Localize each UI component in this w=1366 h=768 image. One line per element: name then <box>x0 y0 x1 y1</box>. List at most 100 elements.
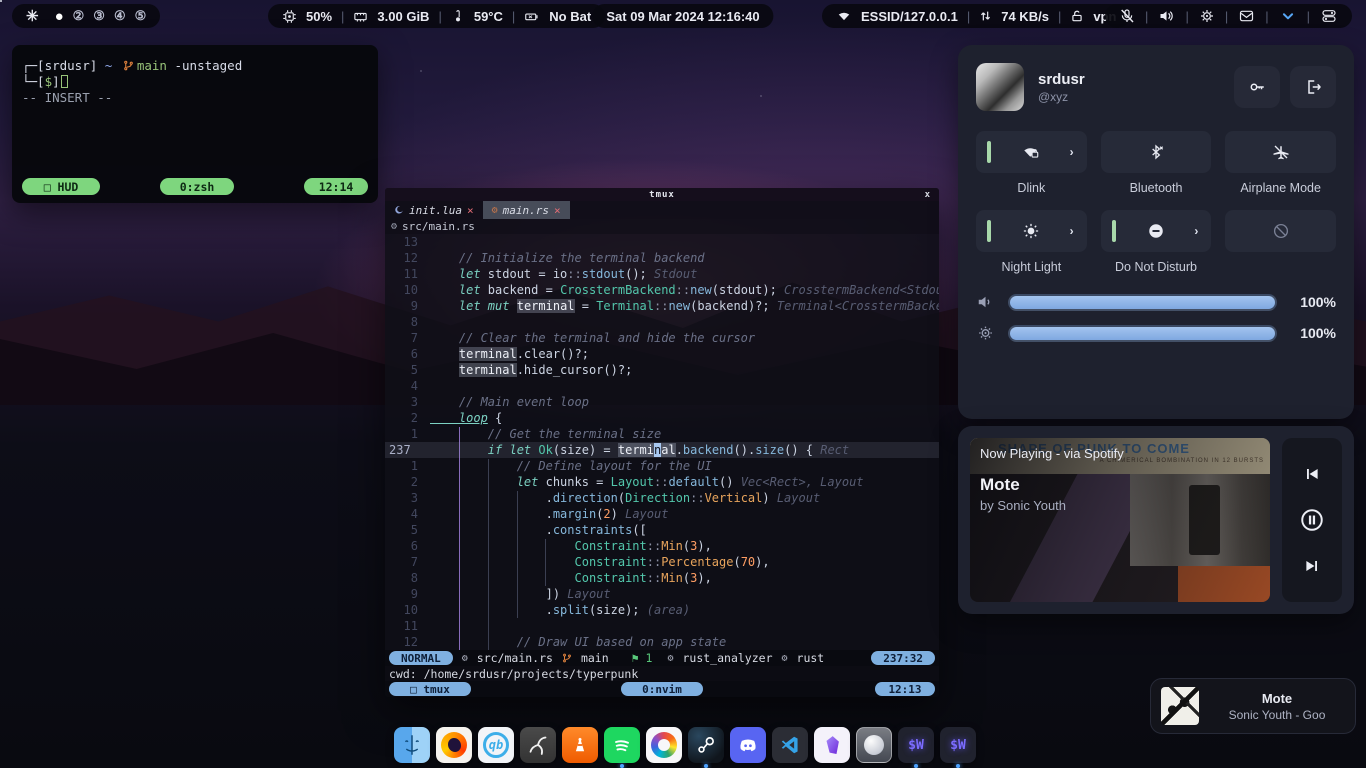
line-number: 11 <box>385 266 430 282</box>
dock-icon-spiral-app[interactable] <box>520 727 556 763</box>
terminal-window[interactable]: ┌─[srdusr] ~ main -unstaged └─[$] -- INS… <box>12 45 378 203</box>
dock-icon-dollar-w-2[interactable]: $W <box>940 727 976 763</box>
album-art: SHAPE OF PUNK TO COME A CHIMERICAL BOMBI… <box>970 438 1270 602</box>
dock-icon-vscode[interactable] <box>772 727 808 763</box>
tab-main-rs[interactable]: ⚙ main.rs× <box>483 201 570 219</box>
rust-icon: ⚙ <box>492 205 498 216</box>
chevron-down-icon[interactable] <box>1279 9 1297 23</box>
toggle-nightlight[interactable]: › <box>976 210 1087 252</box>
media-controls <box>1282 438 1342 602</box>
prompt-branch: main <box>137 58 167 73</box>
prompt-line-1: ┌─[srdusr] ~ main -unstaged <box>22 57 368 73</box>
settings-gear-icon[interactable] <box>1199 8 1215 24</box>
code-line: 3 .direction(Direction::Vertical) Layout <box>385 490 939 506</box>
toggle-label: Night Light <box>1001 260 1061 275</box>
toggles-icon[interactable] <box>1320 8 1338 24</box>
tab-close-icon[interactable]: × <box>467 204 474 217</box>
launcher-icon[interactable]: ✳ <box>26 7 39 25</box>
line-number: 5 <box>385 522 430 538</box>
toggle-bluetooth[interactable] <box>1101 131 1212 173</box>
media-player-card: SHAPE OF PUNK TO COME A CHIMERICAL BOMBI… <box>958 426 1354 614</box>
workspace-3[interactable]: ③ <box>93 8 105 24</box>
active-indicator <box>1112 220 1116 242</box>
dock-icon-steam[interactable] <box>688 727 724 763</box>
code-line: 2 let chunks = Layout::default() Vec<Rec… <box>385 474 939 490</box>
dock-icon-obsidian[interactable] <box>814 727 850 763</box>
code-line: 8 Constraint::Min(3), <box>385 570 939 586</box>
clock[interactable]: Sat 09 Mar 2024 12:16:40 <box>592 4 773 28</box>
media-notification[interactable]: Mote Sonic Youth - Goo <box>1150 678 1356 734</box>
vi-mode-indicator: -- INSERT -- <box>22 89 368 105</box>
tab-close-icon[interactable]: × <box>554 204 561 217</box>
dock-icon-discord[interactable] <box>730 727 766 763</box>
dock-icon-dollar-w-1[interactable]: $W <box>898 727 934 763</box>
code-line: 9 let mut terminal = Terminal::new(backe… <box>385 298 939 314</box>
code-line: 7 Constraint::Percentage(70), <box>385 554 939 570</box>
toggle-dlink[interactable]: › <box>976 131 1087 173</box>
code-line: 6 terminal.clear()?; <box>385 346 939 362</box>
dock-icon-trash[interactable] <box>856 727 892 763</box>
logout-button[interactable] <box>1290 66 1336 108</box>
line-number: 1 <box>385 426 430 442</box>
tmux-window-pill[interactable]: 0:zsh <box>160 178 234 195</box>
keyring-button[interactable] <box>1234 66 1280 108</box>
brightness-slider[interactable] <box>1008 325 1277 342</box>
next-track-button[interactable] <box>1302 556 1322 576</box>
user-name: srdusr <box>1038 71 1085 88</box>
line-number: 12 <box>385 634 430 650</box>
workspace-5[interactable]: ⑤ <box>135 8 147 24</box>
chevron-right-icon[interactable]: › <box>1194 224 1198 238</box>
previous-track-button[interactable] <box>1302 464 1322 484</box>
tmux-session-pill[interactable]: □ HUD <box>22 178 100 195</box>
line-number: 8 <box>385 570 430 586</box>
mic-muted-icon[interactable] <box>1119 8 1135 24</box>
dock-icon-finder[interactable] <box>394 727 430 763</box>
dock-icon-vlc[interactable] <box>562 727 598 763</box>
dock-icon-spotify[interactable] <box>604 727 640 763</box>
code-line: 4 <box>385 378 939 394</box>
toggle-dnd[interactable]: › <box>1101 210 1212 252</box>
volume-icon[interactable] <box>1158 8 1175 24</box>
volume-value: 100% <box>1290 294 1336 310</box>
toggle-airplane[interactable] <box>1225 131 1336 173</box>
airplane-icon <box>1271 143 1291 161</box>
chevron-right-icon[interactable]: › <box>1070 224 1074 238</box>
line-number: 3 <box>385 394 430 410</box>
active-indicator <box>987 220 991 242</box>
workspace-1-active[interactable]: ● <box>55 8 64 25</box>
statusline: NORMAL ⚙ src/main.rs main ⚑ 1 ⚙ rust_ana… <box>385 650 939 666</box>
diagnostic-count: 1 <box>646 651 653 665</box>
pause-button[interactable] <box>1299 507 1325 533</box>
avatar[interactable] <box>976 63 1024 111</box>
line-number: 1 <box>385 458 430 474</box>
mail-icon[interactable] <box>1238 8 1255 24</box>
dock-icon-firefox[interactable] <box>436 727 472 763</box>
code-line: 5 terminal.hide_cursor()?; <box>385 362 939 378</box>
workspace-4[interactable]: ④ <box>114 8 126 24</box>
lsp-gear-icon: ⚙ <box>667 653 673 664</box>
tmux-session-pill[interactable]: □ tmux <box>389 682 471 696</box>
dock-icon-qbittorrent[interactable]: qb <box>478 727 514 763</box>
line-number: 7 <box>385 330 430 346</box>
volume-slider[interactable] <box>1008 294 1277 311</box>
dock-icon-photos[interactable] <box>646 727 682 763</box>
code-line: 8 <box>385 314 939 330</box>
tab-init-lua[interactable]: init.lua× <box>385 201 483 219</box>
line-number: 7 <box>385 554 430 570</box>
toggle-label: Do Not Disturb <box>1115 260 1197 275</box>
workspace-2[interactable]: ② <box>73 8 85 24</box>
line-number: 8 <box>385 314 430 330</box>
notification-body: Sonic Youth - Goo <box>1209 708 1345 722</box>
tmux-window-pill[interactable]: 0:nvim <box>621 682 703 696</box>
editor-window[interactable]: tmux x init.lua× ⚙ main.rs× ⚙ src/main.r… <box>385 188 939 697</box>
chevron-right-icon[interactable]: › <box>1070 145 1074 159</box>
notification-title: Mote <box>1209 691 1345 706</box>
window-close-button[interactable]: x <box>925 190 931 200</box>
code-area[interactable]: 1312 // Initialize the terminal backend1… <box>385 234 939 650</box>
diagnostic-flag-icon: ⚑ 1 <box>632 651 653 665</box>
memory-value: 3.00 GiB <box>377 9 429 24</box>
code-line: 12 // Initialize the terminal backend <box>385 250 939 266</box>
toggle-label: Dlink <box>1017 181 1045 196</box>
toggle-blocked[interactable] <box>1225 210 1336 252</box>
bluetooth-icon <box>1148 143 1164 161</box>
